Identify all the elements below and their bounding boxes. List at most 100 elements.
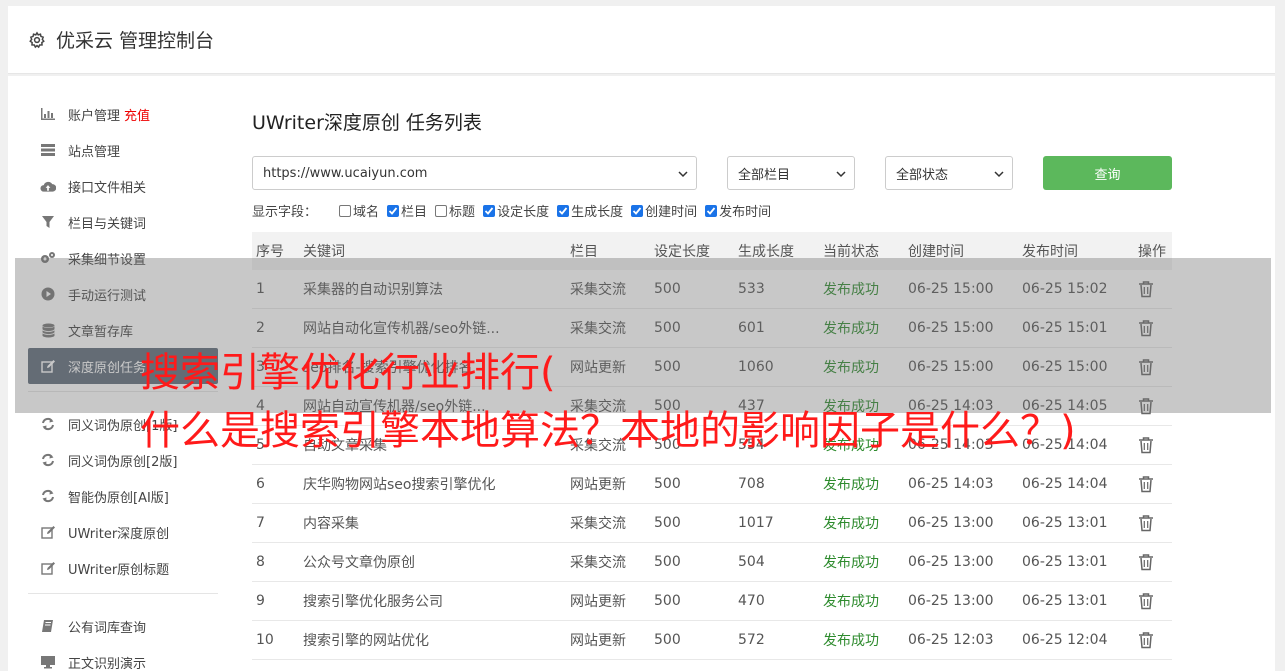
field-checkbox[interactable]: 设定长度 bbox=[483, 201, 549, 220]
site-select-value: https://www.ucaiyun.com bbox=[263, 165, 428, 181]
sidebar-divider bbox=[28, 593, 218, 594]
book-icon bbox=[40, 618, 56, 634]
field-checkbox[interactable]: 标题 bbox=[435, 201, 475, 220]
overlay-title-line2: 什么是搜索引擎本地算法？本地的影响因子是什么？) bbox=[140, 408, 1076, 454]
server-icon bbox=[40, 142, 56, 158]
sidebar-item-ai-rewrite[interactable]: 智能伪原创[AI版] bbox=[28, 478, 218, 514]
status-text: 发布成功 bbox=[823, 555, 879, 571]
table-cell: 470 bbox=[738, 593, 765, 609]
sidebar-item-label: 接口文件相关 bbox=[68, 180, 147, 196]
table-cell: 06-25 14:03 bbox=[908, 476, 994, 492]
field-checkbox-label: 标题 bbox=[449, 205, 476, 220]
chevron-down-icon bbox=[678, 168, 688, 178]
sidebar-item-public-lexicon[interactable]: 公有词库查询 bbox=[28, 608, 218, 644]
trash-icon[interactable] bbox=[1138, 631, 1154, 649]
page-title: UWriter深度原创 任务列表 bbox=[252, 112, 482, 134]
top-header: 优采云 管理控制台 bbox=[8, 6, 1275, 74]
table-cell: 网站更新 bbox=[570, 633, 626, 649]
sidebar-item-account[interactable]: 账户管理 充值 bbox=[28, 96, 218, 132]
table-cell: 572 bbox=[738, 632, 765, 648]
chevron-down-icon bbox=[836, 168, 846, 178]
table-cell: 1017 bbox=[738, 515, 774, 531]
sidebar-item-label: 智能伪原创[AI版] bbox=[68, 490, 169, 506]
status-select[interactable]: 全部状态 bbox=[885, 156, 1013, 190]
table-cell: 内容采集 bbox=[303, 516, 359, 532]
table-cell: 8 bbox=[256, 554, 265, 570]
table-cell: 搜索引擎优化服务公司 bbox=[303, 594, 443, 610]
sidebar-item-label: 公有词库查询 bbox=[68, 620, 147, 636]
checkbox-checked-icon[interactable] bbox=[387, 204, 400, 217]
checkbox-checked-icon[interactable] bbox=[631, 204, 644, 217]
refresh-icon bbox=[40, 488, 56, 504]
sidebar-item-sites[interactable]: 站点管理 bbox=[28, 132, 218, 168]
trash-icon[interactable] bbox=[1138, 553, 1154, 571]
field-checkbox[interactable]: 创建时间 bbox=[631, 201, 697, 220]
site-select[interactable]: https://www.ucaiyun.com bbox=[252, 156, 697, 190]
table-cell: 504 bbox=[738, 554, 765, 570]
refresh-icon bbox=[40, 452, 56, 468]
field-checkbox-label: 域名 bbox=[353, 205, 380, 220]
table-cell: 9 bbox=[256, 593, 265, 609]
sidebar-item-label: 账户管理 bbox=[68, 108, 121, 124]
table-cell: 06-25 13:00 bbox=[908, 554, 994, 570]
field-checkbox[interactable]: 栏目 bbox=[387, 201, 427, 220]
display-fields: 显示字段： 域名 栏目 标题 设定长度 生成长度 创建时间 发布时间 bbox=[252, 201, 779, 220]
sidebar-item-interface[interactable]: 接口文件相关 bbox=[28, 168, 218, 204]
filter-bar: https://www.ucaiyun.com 全部栏目 全部状态 查询 bbox=[252, 156, 1172, 190]
field-checkbox-label: 生成长度 bbox=[571, 205, 624, 220]
table-cell: 06-25 13:01 bbox=[1022, 554, 1108, 570]
column-select[interactable]: 全部栏目 bbox=[727, 156, 855, 190]
field-checkbox-label: 发布时间 bbox=[719, 205, 772, 220]
table-cell: 搜索引擎的网站优化 bbox=[303, 633, 429, 649]
table-cell: 500 bbox=[654, 476, 681, 492]
trash-icon[interactable] bbox=[1138, 436, 1154, 454]
table-row: 10 搜索引擎的网站优化 网站更新 500 572 发布成功 06-25 12:03 06-2… bbox=[252, 621, 1172, 660]
sidebar-item-label: 站点管理 bbox=[68, 144, 121, 160]
sidebar-item-text-recognition[interactable]: 正文识别演示 bbox=[28, 644, 218, 671]
app-title: 优采云 管理控制台 bbox=[56, 30, 215, 52]
query-button[interactable]: 查询 bbox=[1043, 156, 1172, 190]
table-row: 7 内容采集 采集交流 500 1017 发布成功 06-25 13:00 06-25 13:… bbox=[252, 504, 1172, 543]
status-select-value: 全部状态 bbox=[896, 167, 949, 183]
table-cell: 500 bbox=[654, 554, 681, 570]
trash-icon[interactable] bbox=[1138, 592, 1154, 610]
sidebar-item-uwriter-deep[interactable]: UWriter深度原创 bbox=[28, 514, 218, 550]
bar-chart-icon bbox=[40, 106, 56, 122]
field-checkbox[interactable]: 发布时间 bbox=[705, 201, 771, 220]
table-cell: 公众号文章伪原创 bbox=[303, 555, 415, 571]
recharge-link[interactable]: 充值 bbox=[124, 105, 150, 124]
table-row: 8 公众号文章伪原创 采集交流 500 504 发布成功 06-25 13:00 06-25 … bbox=[252, 543, 1172, 582]
table-cell: 06-25 14:04 bbox=[1022, 476, 1108, 492]
checkbox-unchecked-icon[interactable] bbox=[435, 204, 448, 217]
checkbox-checked-icon[interactable] bbox=[557, 204, 570, 217]
display-fields-label: 显示字段： bbox=[252, 205, 318, 220]
sidebar-item-label: UWriter原创标题 bbox=[68, 562, 170, 578]
table-cell: 采集交流 bbox=[570, 555, 626, 571]
table-cell: 708 bbox=[738, 476, 765, 492]
refresh-icon bbox=[40, 416, 56, 432]
table-cell: 06-25 12:04 bbox=[1022, 632, 1108, 648]
sidebar-item-columns[interactable]: 栏目与关键词 bbox=[28, 204, 218, 240]
table-cell: 采集交流 bbox=[570, 516, 626, 532]
sidebar-item-uwriter-title[interactable]: UWriter原创标题 bbox=[28, 550, 218, 586]
trash-icon[interactable] bbox=[1138, 514, 1154, 532]
table-cell: 10 bbox=[256, 632, 274, 648]
table-cell: 06-25 13:00 bbox=[908, 593, 994, 609]
table-cell: 500 bbox=[654, 593, 681, 609]
table-cell: 7 bbox=[256, 515, 265, 531]
field-checkbox[interactable]: 域名 bbox=[339, 201, 379, 220]
table-cell: 网站更新 bbox=[570, 477, 626, 493]
checkbox-checked-icon[interactable] bbox=[483, 204, 496, 217]
checkbox-checked-icon[interactable] bbox=[705, 204, 718, 217]
table-cell: 500 bbox=[654, 515, 681, 531]
table-cell: 06-25 13:00 bbox=[908, 515, 994, 531]
column-select-value: 全部栏目 bbox=[738, 167, 791, 183]
table-row: 9 搜索引擎优化服务公司 网站更新 500 470 发布成功 06-25 13:00 06-2… bbox=[252, 582, 1172, 621]
checkbox-unchecked-icon[interactable] bbox=[339, 204, 352, 217]
field-checkbox-label: 设定长度 bbox=[497, 205, 550, 220]
sidebar-item-label: 正文识别演示 bbox=[68, 656, 147, 671]
field-checkbox-label: 创建时间 bbox=[645, 205, 698, 220]
trash-icon[interactable] bbox=[1138, 475, 1154, 493]
edit-icon bbox=[40, 524, 56, 540]
field-checkbox[interactable]: 生成长度 bbox=[557, 201, 623, 220]
